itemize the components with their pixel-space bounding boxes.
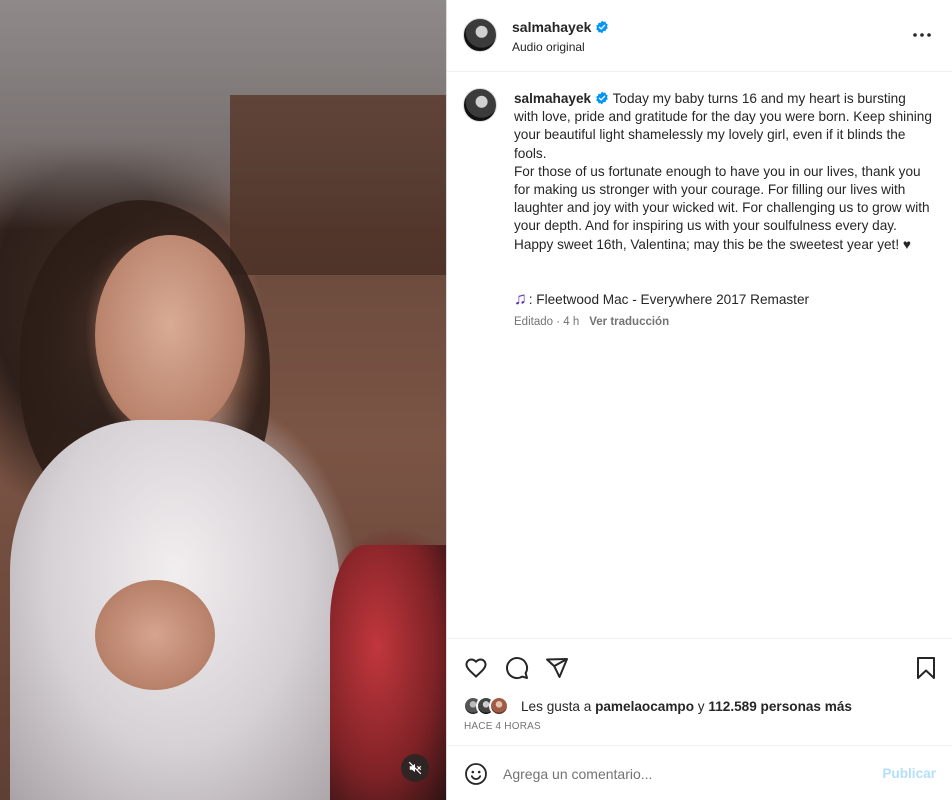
media-child-hand [95, 580, 215, 690]
more-horizontal-icon [913, 33, 931, 37]
emoji-button[interactable] [463, 761, 489, 787]
post-header: salmahayek Audio original [447, 0, 952, 72]
caption-avatar[interactable] [463, 88, 497, 122]
post-details-panel: salmahayek Audio original salmahayek Tod… [447, 0, 952, 800]
likes-summary: Les gusta a pamelaocampo y 112.589 perso… [463, 694, 852, 718]
caption-text: Today my baby turns 16 and my heart is b… [514, 91, 932, 252]
comment-button[interactable] [503, 654, 531, 682]
emoji-smiley-icon [465, 763, 487, 785]
post-media-image[interactable] [0, 0, 447, 800]
like-button[interactable] [462, 654, 490, 682]
media-child-face [95, 235, 245, 435]
song-credit-text: : Fleetwood Mac - Everywhere 2017 Remast… [528, 291, 810, 307]
heart-icon [465, 658, 487, 678]
more-options-button[interactable] [910, 25, 934, 45]
save-button[interactable] [912, 654, 940, 682]
comment-bubble-icon [506, 657, 529, 680]
likes-prefix: Les gusta a [521, 698, 596, 714]
see-translation-link[interactable]: Ver traducción [589, 316, 669, 328]
media-toy [330, 545, 447, 800]
audio-label[interactable]: Audio original [512, 40, 585, 54]
comment-input[interactable] [503, 762, 863, 786]
speaker-muted-icon [408, 761, 422, 775]
liker-avatar [489, 696, 509, 716]
caption-area: salmahayek Today my baby turns 16 and my… [447, 73, 952, 638]
caption-text-block: salmahayek Today my baby turns 16 and my… [514, 90, 932, 254]
edited-timestamp: Editado · 4 h [514, 316, 580, 328]
media-furniture [230, 95, 447, 275]
publish-button[interactable]: Publicar [882, 766, 936, 781]
likes-count[interactable]: 112.589 personas más [708, 699, 852, 714]
verified-badge-icon [596, 91, 608, 105]
action-bar [447, 638, 952, 694]
author-avatar[interactable] [463, 18, 497, 52]
share-button[interactable] [543, 654, 571, 682]
liker-username[interactable]: pamelaocampo [595, 699, 694, 714]
caption-meta: Editado · 4 h Ver traducción [514, 316, 669, 328]
mute-button[interactable] [401, 754, 429, 782]
bookmark-icon [917, 657, 935, 679]
caption-username[interactable]: salmahayek [514, 91, 591, 106]
likes-joiner: y [694, 698, 709, 714]
music-note-icon: ♫ [514, 289, 527, 308]
song-credit: ♫: Fleetwood Mac - Everywhere 2017 Remas… [514, 289, 809, 309]
post-timestamp[interactable]: HACE 4 HORAS [464, 721, 541, 732]
author-username[interactable]: salmahayek [512, 19, 609, 35]
author-username-text[interactable]: salmahayek [512, 19, 591, 35]
comment-bar: Publicar [447, 745, 952, 800]
paper-plane-icon [546, 658, 568, 678]
liker-avatars[interactable] [463, 695, 515, 717]
verified-badge-icon [596, 20, 609, 34]
